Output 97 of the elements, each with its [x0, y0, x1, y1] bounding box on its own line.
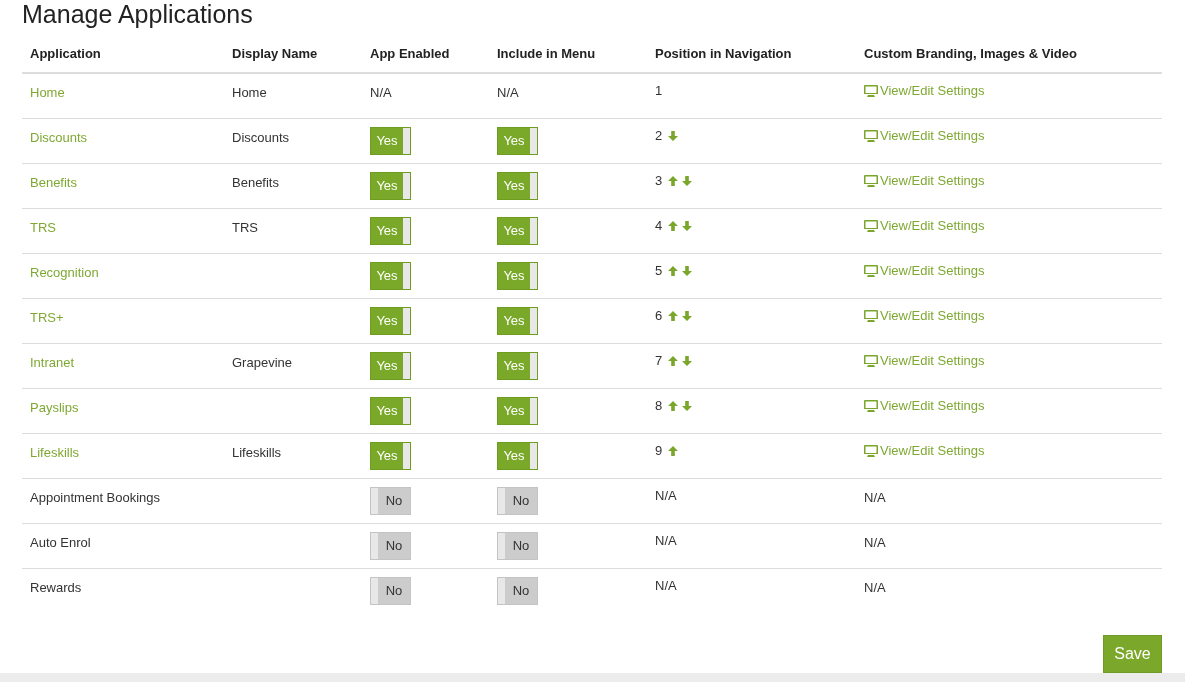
monitor-icon	[864, 309, 878, 322]
arrow-up-icon[interactable]	[668, 265, 679, 276]
toggle-switch[interactable]: No	[497, 531, 538, 560]
monitor-icon	[864, 444, 878, 457]
toggle-switch[interactable]: Yes	[497, 126, 538, 155]
arrow-down-icon[interactable]	[682, 310, 693, 321]
toggle-switch[interactable]: Yes	[370, 126, 411, 155]
display-name: Home	[232, 84, 267, 100]
view-edit-settings-link[interactable]: View/Edit Settings	[864, 127, 985, 144]
toggle-switch[interactable]: Yes	[497, 351, 538, 380]
toggle-switch[interactable]: Yes	[497, 261, 538, 290]
toggle-switch[interactable]: Yes	[370, 396, 411, 425]
arrow-up-icon[interactable]	[668, 445, 679, 456]
toggle-switch[interactable]: No	[370, 486, 411, 515]
application-link[interactable]: Recognition	[30, 264, 99, 280]
page-title: Manage Applications	[22, 1, 254, 27]
arrow-down-icon[interactable]	[682, 400, 693, 411]
application-link[interactable]: Discounts	[30, 129, 88, 145]
toggle-switch[interactable]: Yes	[370, 441, 411, 470]
table-cell: N/A	[370, 84, 392, 100]
display-name: TRS	[232, 219, 258, 235]
table-cell: N/A	[864, 489, 886, 505]
view-edit-settings-link[interactable]: View/Edit Settings	[864, 397, 985, 414]
position-number: 3	[655, 172, 663, 189]
toggle-switch[interactable]: Yes	[497, 441, 538, 470]
display-name: Grapevine	[232, 354, 292, 370]
view-edit-settings-link[interactable]: View/Edit Settings	[864, 217, 985, 234]
arrow-down-icon[interactable]	[682, 355, 693, 366]
column-header: Include in Menu	[497, 46, 596, 61]
monitor-icon	[864, 264, 878, 277]
monitor-icon	[864, 354, 878, 367]
position-number: N/A	[655, 577, 677, 594]
display-name: Lifeskills	[232, 444, 282, 460]
arrow-down-icon[interactable]	[668, 130, 679, 141]
position-number: 6	[655, 307, 663, 324]
toggle-switch[interactable]: No	[370, 531, 411, 560]
application-name: Appointment Bookings	[30, 489, 161, 505]
monitor-icon	[864, 219, 878, 232]
application-name: Auto Enrol	[30, 534, 91, 550]
toggle-switch[interactable]: Yes	[497, 216, 538, 245]
arrow-up-icon[interactable]	[668, 310, 679, 321]
toggle-switch[interactable]: Yes	[370, 351, 411, 380]
toggle-switch[interactable]: Yes	[497, 306, 538, 335]
save-button[interactable]: Save	[1103, 634, 1162, 673]
application-link[interactable]: Intranet	[30, 354, 75, 370]
monitor-icon	[864, 399, 878, 412]
column-header: Position in Navigation	[655, 46, 792, 61]
view-edit-settings-link[interactable]: View/Edit Settings	[864, 307, 985, 324]
table-cell: N/A	[497, 84, 519, 100]
arrow-up-icon[interactable]	[668, 400, 679, 411]
arrow-up-icon[interactable]	[668, 175, 679, 186]
column-header: Display Name	[232, 46, 318, 61]
application-link[interactable]: TRS	[30, 219, 56, 235]
position-number: 4	[655, 217, 663, 234]
position-number: 2	[655, 127, 663, 144]
column-header: App Enabled	[370, 46, 450, 61]
toggle-switch[interactable]: Yes	[370, 216, 411, 245]
column-header: Application	[30, 46, 101, 61]
toggle-switch[interactable]: Yes	[370, 306, 411, 335]
table-cell: N/A	[864, 534, 886, 550]
column-header: Custom Branding, Images & Video	[864, 46, 1077, 61]
toggle-switch[interactable]: Yes	[370, 171, 411, 200]
application-link[interactable]: Payslips	[30, 399, 79, 415]
position-number: 9	[655, 442, 663, 459]
position-number: 8	[655, 397, 663, 414]
arrow-down-icon[interactable]	[682, 265, 693, 276]
toggle-switch[interactable]: Yes	[370, 261, 411, 290]
view-edit-settings-link[interactable]: View/Edit Settings	[864, 172, 985, 189]
toggle-switch[interactable]: Yes	[497, 171, 538, 200]
application-link[interactable]: Benefits	[30, 174, 77, 190]
position-number: 7	[655, 352, 663, 369]
monitor-icon	[864, 174, 878, 187]
toggle-switch[interactable]: No	[497, 486, 538, 515]
application-name: Rewards	[30, 579, 82, 595]
view-edit-settings-link[interactable]: View/Edit Settings	[864, 82, 985, 99]
application-link[interactable]: TRS+	[30, 309, 64, 325]
view-edit-settings-link[interactable]: View/Edit Settings	[864, 262, 985, 279]
application-link[interactable]: Home	[30, 84, 65, 100]
toggle-switch[interactable]: Yes	[497, 396, 538, 425]
position-number: 1	[655, 82, 663, 99]
arrow-up-icon[interactable]	[668, 355, 679, 366]
view-edit-settings-link[interactable]: View/Edit Settings	[864, 442, 985, 459]
view-edit-settings-link[interactable]: View/Edit Settings	[864, 352, 985, 369]
application-link[interactable]: Lifeskills	[30, 444, 80, 460]
position-number: N/A	[655, 487, 677, 504]
position-number: N/A	[655, 532, 677, 549]
position-number: 5	[655, 262, 663, 279]
toggle-switch[interactable]: No	[370, 576, 411, 605]
monitor-icon	[864, 129, 878, 142]
display-name: Benefits	[232, 174, 279, 190]
toggle-switch[interactable]: No	[497, 576, 538, 605]
monitor-icon	[864, 84, 878, 97]
table-cell: N/A	[864, 579, 886, 595]
arrow-down-icon[interactable]	[682, 175, 693, 186]
arrow-up-icon[interactable]	[668, 220, 679, 231]
arrow-down-icon[interactable]	[682, 220, 693, 231]
display-name: Discounts	[232, 129, 290, 145]
